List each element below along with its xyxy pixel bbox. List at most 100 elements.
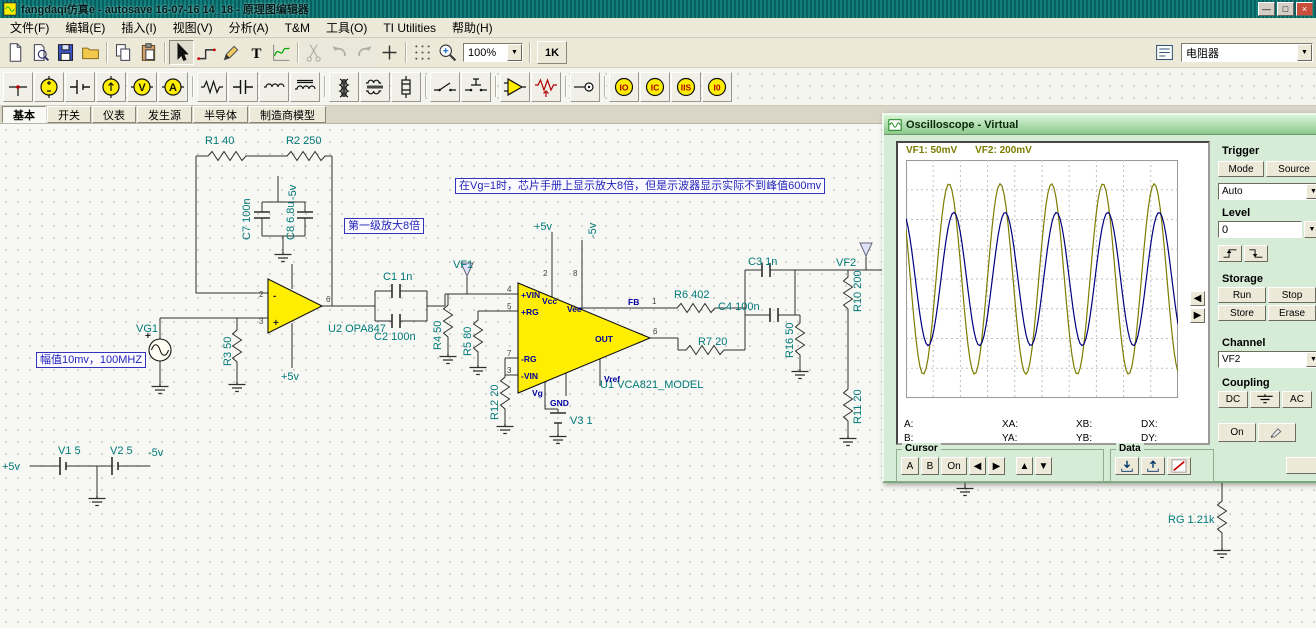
transformer-button[interactable] — [329, 71, 359, 102]
titlebar[interactable]: fangdaqi仿真e - autosave 16-07-16 14_18 - … — [0, 0, 1316, 18]
capacitor-button[interactable] — [228, 71, 258, 102]
trigger-mode-select[interactable]: Auto ▼ — [1218, 183, 1316, 200]
data-save-button[interactable] — [1115, 457, 1139, 475]
cursor-on-button[interactable]: On — [941, 457, 967, 475]
tab-开关[interactable]: 开关 — [47, 106, 91, 123]
scroll-left-button[interactable]: ◀ — [1190, 291, 1205, 306]
current-source-button[interactable] — [96, 71, 126, 102]
component-picker-select[interactable]: 电阻器 ▼ — [1181, 43, 1313, 62]
new-button[interactable] — [3, 40, 28, 65]
trigger-source-button[interactable]: Source — [1266, 161, 1316, 177]
cursor-b-button[interactable]: B — [921, 457, 939, 475]
component-list-button[interactable] — [1152, 40, 1177, 65]
ic-i0-button[interactable]: I0 — [702, 71, 732, 102]
save-button[interactable] — [53, 40, 78, 65]
minimize-button[interactable]: — — [1258, 2, 1275, 16]
switch-button[interactable] — [430, 71, 460, 102]
voltage-probe-vf2[interactable] — [859, 242, 873, 258]
interference-mode-button[interactable]: 1K — [537, 41, 567, 64]
cut-button[interactable] — [302, 40, 327, 65]
tab-仪表[interactable]: 仪表 — [92, 106, 136, 123]
oscilloscope-window[interactable]: Oscilloscope - Virtual VF1: 50mV VF2: 20… — [882, 113, 1316, 483]
ammeter-button[interactable] — [158, 71, 188, 102]
potentiometer-button[interactable] — [531, 71, 561, 102]
cursor-a-button[interactable]: A — [901, 457, 919, 475]
tab-制造商模型[interactable]: 制造商模型 — [249, 106, 326, 123]
rising-edge-button[interactable] — [1218, 245, 1242, 262]
grid-toggle-button[interactable] — [410, 40, 435, 65]
tab-半导体[interactable]: 半导体 — [193, 106, 248, 123]
falling-edge-button[interactable] — [1244, 245, 1268, 262]
menu-item[interactable]: 帮助(H) — [444, 17, 501, 38]
pen-tool-button[interactable] — [219, 40, 244, 65]
resistor-button[interactable] — [197, 71, 227, 102]
cursor-right-button[interactable]: ▶ — [988, 457, 1005, 475]
coupled-inductor-button[interactable] — [360, 71, 390, 102]
zoom-in-button[interactable] — [435, 40, 460, 65]
tab-基本[interactable]: 基本 — [2, 106, 46, 123]
probe-edit-button[interactable] — [1258, 423, 1296, 442]
opamp-button[interactable] — [500, 71, 530, 102]
tab-发生源[interactable]: 发生源 — [137, 106, 192, 123]
menu-item[interactable]: TI Utilities — [375, 19, 444, 37]
cursor-up-button[interactable]: ▲ — [1016, 457, 1033, 475]
text-tool-button[interactable] — [244, 40, 269, 65]
oscilloscope-titlebar[interactable]: Oscilloscope - Virtual — [884, 115, 1316, 135]
menu-item[interactable]: 插入(I) — [113, 17, 164, 38]
voltage-source-button[interactable] — [34, 71, 64, 102]
open-button[interactable] — [28, 40, 53, 65]
folder-button[interactable] — [78, 40, 103, 65]
waveform-tool-button[interactable] — [269, 40, 294, 65]
storage-store-button[interactable]: Store — [1218, 305, 1266, 321]
channel-on-button[interactable]: On — [1218, 423, 1256, 442]
storage-stop-button[interactable]: Stop — [1268, 287, 1316, 303]
menu-item[interactable]: 工具(O) — [318, 17, 375, 38]
storage-run-button[interactable]: Run — [1218, 287, 1266, 303]
menu-item[interactable]: 分析(A) — [221, 17, 277, 38]
wire-tool-button[interactable] — [194, 40, 219, 65]
chevron-down-icon[interactable]: ▼ — [1306, 352, 1316, 367]
relay-button[interactable] — [391, 71, 421, 102]
chevron-down-icon[interactable]: ▼ — [1306, 184, 1316, 199]
coupling-dc-button[interactable]: DC — [1218, 391, 1248, 408]
data-export-button[interactable] — [1141, 457, 1165, 475]
zoom-select[interactable]: 100% ▼ — [463, 43, 523, 62]
component-label: VF2 — [836, 257, 856, 269]
close-button[interactable]: × — [1296, 2, 1313, 16]
storage-erase-button[interactable]: Erase — [1268, 305, 1316, 321]
menu-item[interactable]: 编辑(E) — [57, 17, 113, 38]
menu-item[interactable]: T&M — [277, 19, 318, 37]
auto-scale-button[interactable]: Aut — [1286, 457, 1316, 474]
trigger-level-input[interactable] — [1218, 221, 1302, 238]
scroll-right-button[interactable]: ▶ — [1190, 308, 1205, 323]
wire-component-button[interactable] — [3, 71, 33, 102]
trigger-mode-button[interactable]: Mode — [1218, 161, 1264, 177]
ic-iis-button[interactable]: IIS — [671, 71, 701, 102]
voltmeter-button[interactable] — [127, 71, 157, 102]
inductor-button[interactable] — [259, 71, 289, 102]
chevron-down-icon[interactable]: ▼ — [1297, 44, 1312, 61]
level-spin-button[interactable]: ▼ — [1304, 221, 1316, 238]
inductor-core-button[interactable] — [290, 71, 320, 102]
coupling-ac-button[interactable]: AC — [1282, 391, 1312, 408]
menu-item[interactable]: 文件(F) — [2, 17, 57, 38]
battery-button[interactable] — [65, 71, 95, 102]
ic-io-button[interactable]: IO — [609, 71, 639, 102]
connector-button[interactable] — [570, 71, 600, 102]
maximize-button[interactable]: □ — [1277, 2, 1294, 16]
select-tool-button[interactable] — [169, 40, 194, 65]
redo-button[interactable] — [352, 40, 377, 65]
menu-item[interactable]: 视图(V) — [165, 17, 221, 38]
channel-select[interactable]: VF2 ▼ — [1218, 351, 1316, 368]
data-clear-button[interactable] — [1167, 457, 1191, 475]
chevron-down-icon[interactable]: ▼ — [507, 44, 522, 61]
cursor-left-button[interactable]: ◀ — [969, 457, 986, 475]
pushbutton-switch-button[interactable] — [461, 71, 491, 102]
undo-button[interactable] — [327, 40, 352, 65]
coupling-ground-button[interactable] — [1250, 391, 1280, 408]
crosshair-tool-button[interactable] — [377, 40, 402, 65]
cursor-down-button[interactable]: ▼ — [1035, 457, 1052, 475]
copy-button[interactable] — [111, 40, 136, 65]
paste-button[interactable] — [136, 40, 161, 65]
ic-ic-button[interactable]: IC — [640, 71, 670, 102]
